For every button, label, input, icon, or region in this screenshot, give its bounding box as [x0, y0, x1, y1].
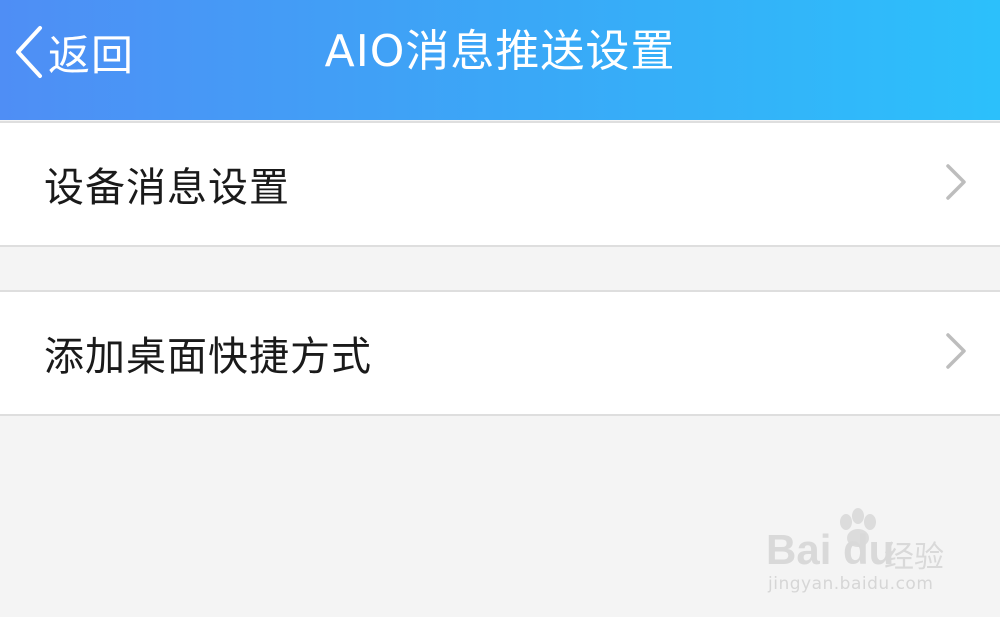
- chevron-right-icon: [944, 331, 968, 375]
- page-title: AIO消息推送设置: [324, 26, 676, 77]
- settings-row-device-message[interactable]: 设备消息设置: [0, 123, 1000, 245]
- baidu-jingyan-watermark: Bai du 经验 jingyan.baidu.com: [766, 508, 956, 598]
- settings-row-label: 设备消息设置: [44, 165, 290, 211]
- watermark-brand-cn: 经验: [884, 540, 944, 575]
- settings-group-device: 设备消息设置: [0, 121, 1000, 247]
- settings-row-label: 添加桌面快捷方式: [44, 334, 372, 380]
- navigation-bar: 返回 AIO消息推送设置: [0, 0, 1000, 120]
- watermark-url: jingyan.baidu.com: [768, 574, 934, 594]
- settings-group-shortcut: 添加桌面快捷方式: [0, 290, 1000, 416]
- watermark-brand: Bai du: [766, 526, 895, 573]
- settings-row-add-shortcut[interactable]: 添加桌面快捷方式: [0, 292, 1000, 414]
- chevron-right-icon: [944, 162, 968, 206]
